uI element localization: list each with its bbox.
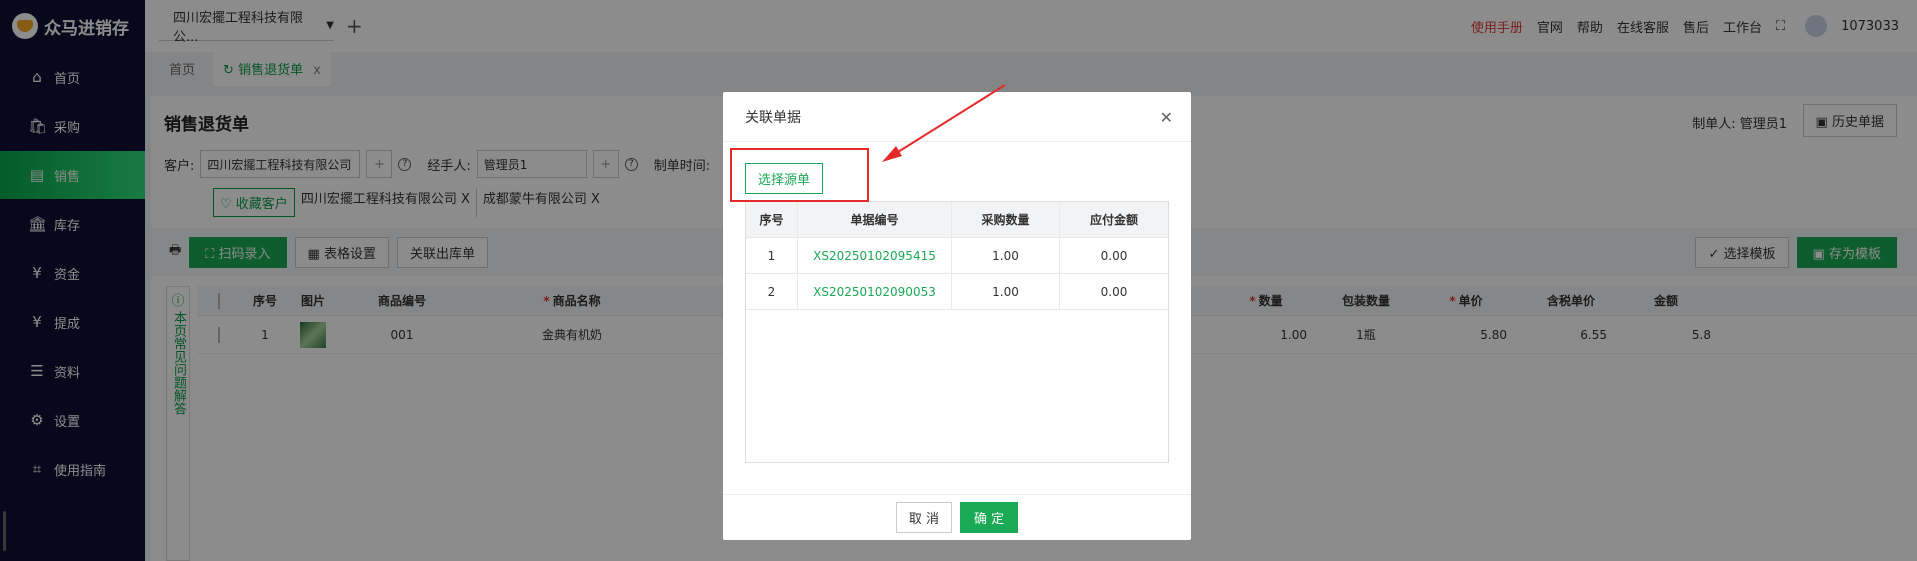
cell-qty: 1.00 bbox=[952, 274, 1060, 309]
table-row[interactable]: 1 XS20250102095415 1.00 0.00 bbox=[746, 238, 1168, 274]
col-purchase-qty: 采购数量 bbox=[952, 202, 1060, 237]
table-header: 序号 单据编号 采购数量 应付金额 bbox=[746, 202, 1168, 238]
close-icon[interactable]: ✕ bbox=[1160, 108, 1173, 127]
doc-link[interactable]: XS20250102095415 bbox=[798, 238, 952, 273]
col-doc-no: 单据编号 bbox=[798, 202, 952, 237]
cell-seq: 2 bbox=[746, 274, 798, 309]
cell-qty: 1.00 bbox=[952, 238, 1060, 273]
col-seq: 序号 bbox=[746, 202, 798, 237]
dialog-footer: 取 消 确 定 bbox=[723, 494, 1191, 540]
annotation-highlight-box bbox=[730, 148, 869, 202]
cell-amount: 0.00 bbox=[1100, 248, 1128, 263]
confirm-button[interactable]: 确 定 bbox=[960, 502, 1019, 533]
col-payable: 应付金额 bbox=[1089, 213, 1138, 227]
dialog-title: 关联单据 bbox=[723, 92, 1191, 142]
doc-link[interactable]: XS20250102090053 bbox=[798, 274, 952, 309]
cancel-button[interactable]: 取 消 bbox=[895, 502, 952, 533]
documents-table: 序号 单据编号 采购数量 应付金额 1 XS20250102095415 1.0… bbox=[745, 201, 1169, 463]
cell-seq: 1 bbox=[746, 238, 798, 273]
table-row[interactable]: 2 XS20250102090053 1.00 0.00 bbox=[746, 274, 1168, 310]
cell-amount: 0.00 bbox=[1100, 284, 1128, 299]
